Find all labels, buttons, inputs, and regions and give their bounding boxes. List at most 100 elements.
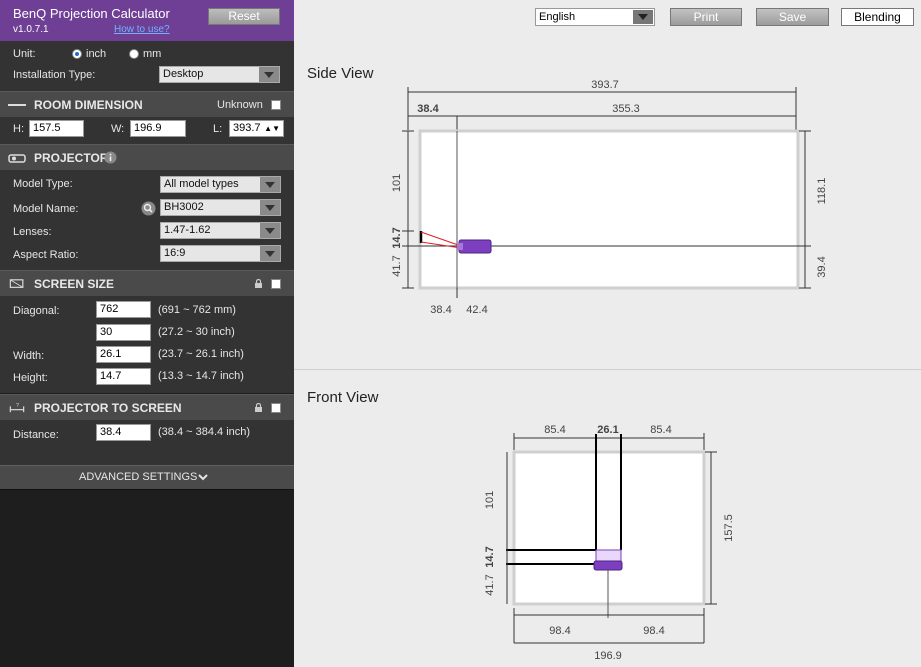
lenses-label: Lenses: (13, 226, 52, 238)
screen-icon (9, 279, 24, 288)
sidebar: BenQ Projection Calculator v1.0.7.1 How … (0, 0, 294, 667)
unknown-checkbox[interactable] (271, 100, 281, 110)
projector-to-screen-fields: Distance: 38.4 (38.4 ~ 384.4 inch) (0, 420, 294, 465)
projector-title: PROJECTOR (34, 151, 109, 165)
save-button[interactable]: Save (756, 8, 829, 26)
room-dimension-fields: H: 157.5 W: 196.9 L: 393.7 ▲▼ (0, 117, 294, 144)
room-height-input[interactable]: 157.5 (29, 120, 84, 137)
front-top-left: 85.4 (544, 424, 565, 436)
front-upper-height: 101 (484, 491, 496, 509)
distance-label: Distance: (13, 429, 59, 441)
screen-size-lock-checkbox[interactable] (271, 279, 281, 289)
how-to-use-link[interactable]: How to use? (114, 24, 170, 35)
info-icon[interactable] (104, 151, 117, 164)
installation-type-label: Installation Type: (13, 69, 96, 81)
chevron-down-icon (198, 474, 208, 481)
advanced-settings-label: ADVANCED SETTINGS (79, 471, 198, 483)
app-title: BenQ Projection Calculator (13, 6, 170, 21)
stepper-icon[interactable]: ▲▼ (264, 121, 280, 136)
front-top-center: 26.1 (597, 424, 618, 436)
installation-type-select[interactable]: Desktop (159, 66, 280, 83)
front-top-right: 85.4 (650, 424, 671, 436)
projector-fields: Model Type: All model types Model Name: … (0, 170, 294, 270)
screen-size-fields: Diagonal: 762 (691 ~ 762 mm) 30 (27.2 ~ … (0, 296, 294, 393)
side-bottom-right: 42.4 (466, 304, 487, 316)
general-settings: Unit: inch mm Installation Type: Desktop (0, 41, 294, 91)
chevron-down-icon (260, 177, 280, 192)
lock-icon (255, 403, 262, 412)
room-front-outline (512, 450, 706, 606)
advanced-settings-toggle[interactable]: ADVANCED SETTINGS (0, 465, 294, 490)
front-total-width: 196.9 (594, 650, 622, 662)
diagonal-label: Diagonal: (13, 305, 60, 317)
projector-to-screen-title: PROJECTOR TO SCREEN (34, 401, 182, 415)
main-area: English Print Save Blending Side View 39… (294, 0, 921, 667)
diagonal-mm-input[interactable]: 762 (96, 301, 151, 318)
app-version: v1.0.7.1 (13, 24, 49, 35)
distance-input[interactable]: 38.4 (96, 424, 151, 441)
app-header: BenQ Projection Calculator v1.0.7.1 How … (0, 0, 294, 41)
aspect-ratio-label: Aspect Ratio: (13, 249, 79, 261)
distance-icon: ? (9, 403, 25, 413)
unknown-label: Unknown (217, 99, 263, 111)
reset-button[interactable]: Reset (208, 8, 280, 25)
room-side-outline (418, 129, 800, 290)
width-label: W: (111, 123, 125, 135)
installation-type-value: Desktop (163, 68, 204, 80)
model-name-value: BH3002 (164, 201, 204, 213)
unit-inch-radio[interactable] (72, 49, 82, 59)
chevron-down-icon (633, 10, 653, 24)
chevron-down-icon (259, 67, 279, 82)
front-bottom-right: 98.4 (643, 625, 664, 637)
side-total-length: 393.7 (591, 79, 619, 91)
front-right-height: 157.5 (723, 514, 735, 542)
room-dimension-header: ROOM DIMENSION Unknown (0, 91, 294, 117)
chevron-down-icon (260, 223, 280, 238)
projector-front-shape (593, 560, 623, 571)
projector-lens-shape (457, 243, 463, 250)
projector-side-shape (458, 239, 492, 254)
projector-icon (8, 154, 26, 163)
language-select[interactable]: English (535, 8, 655, 26)
side-bottom-left: 38.4 (430, 304, 451, 316)
model-type-label: Model Type: (13, 178, 73, 190)
model-name-select[interactable]: BH3002 (160, 199, 281, 216)
aspect-ratio-select[interactable]: 16:9 (160, 245, 281, 262)
screen-size-title: SCREEN SIZE (34, 277, 115, 291)
screen-size-header: SCREEN SIZE (0, 270, 294, 296)
print-button[interactable]: Print (670, 8, 742, 26)
unit-mm-radio[interactable] (129, 49, 139, 59)
svg-text:?: ? (16, 403, 19, 409)
model-name-label: Model Name: (13, 203, 79, 215)
diagonal-inch-input[interactable]: 30 (96, 324, 151, 341)
screen-width-range: (23.7 ~ 26.1 inch) (158, 348, 244, 360)
front-screen-height: 14.7 (484, 546, 496, 567)
side-upper-height: 101 (391, 174, 403, 192)
search-icon[interactable] (141, 201, 156, 216)
room-length-input[interactable]: 393.7 ▲▼ (229, 120, 284, 137)
screen-height-label: Height: (13, 372, 48, 384)
blending-button[interactable]: Blending (841, 8, 914, 26)
front-lower-height: 41.7 (484, 574, 496, 595)
unit-inch-label: inch (86, 48, 107, 60)
distance-lock-checkbox[interactable] (271, 403, 281, 413)
screen-width-input[interactable]: 26.1 (96, 346, 151, 363)
unit-label: Unit: (13, 48, 36, 60)
side-lower-height: 41.7 (391, 255, 403, 276)
diagonal-inch-range: (27.2 ~ 30 inch) (158, 326, 235, 338)
side-right-lower: 39.4 (816, 256, 828, 277)
room-width-input[interactable]: 196.9 (130, 120, 186, 137)
screen-height-input[interactable]: 14.7 (96, 368, 151, 385)
length-label: L: (213, 123, 223, 135)
projector-header: PROJECTOR (0, 144, 294, 170)
unit-mm-label: mm (143, 48, 162, 60)
model-type-value: All model types (164, 178, 239, 190)
chevron-down-icon (260, 200, 280, 215)
lenses-select[interactable]: 1.47-1.62 (160, 222, 281, 239)
side-screen-height: 14.7 (391, 227, 403, 248)
room-length-value: 393.7 (233, 122, 261, 134)
model-type-select[interactable]: All model types (160, 176, 281, 193)
front-view-diagram: 85.4 26.1 85.4 101 14.7 41.7 157.5 98.4 … (484, 424, 735, 662)
aspect-ratio-value: 16:9 (164, 247, 186, 259)
side-right-upper: 118.1 (816, 178, 828, 205)
